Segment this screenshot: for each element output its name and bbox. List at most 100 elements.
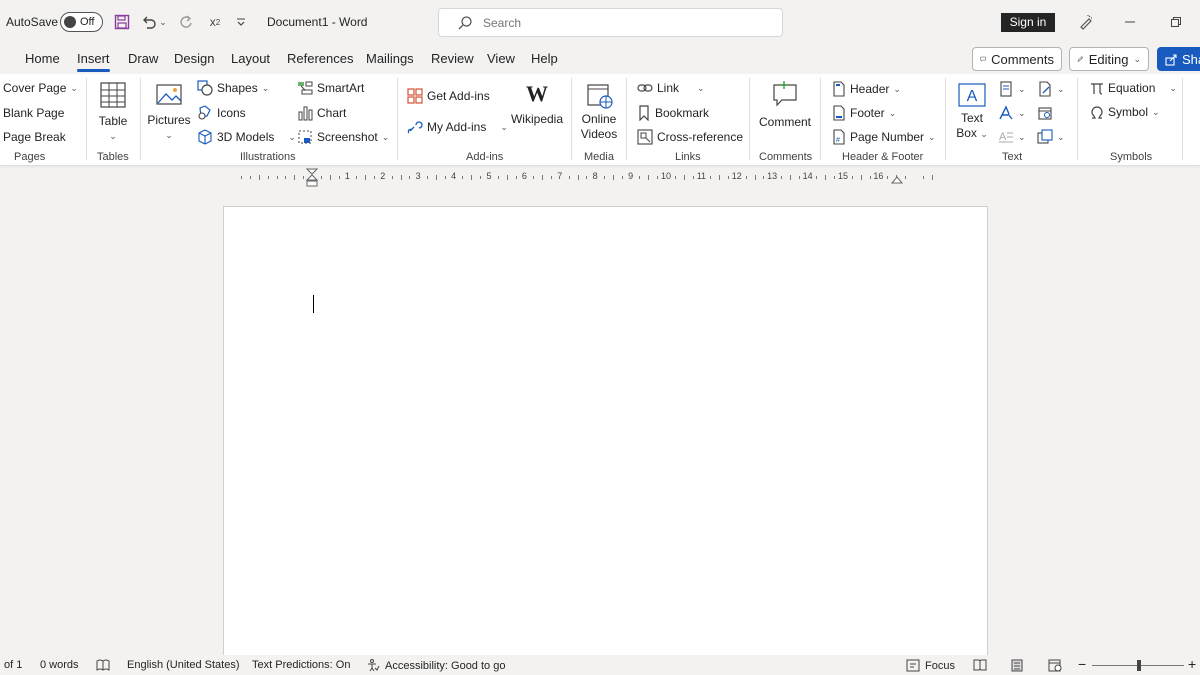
undo-dropdown-icon[interactable]: ⌄: [157, 12, 169, 32]
quick-parts-button[interactable]: ⌄: [998, 81, 1026, 97]
bookmark-label: Bookmark: [655, 106, 710, 120]
ruler-tick: [781, 176, 783, 179]
text-box-button[interactable]: A Text Box ⌄: [954, 82, 990, 142]
read-mode-icon: [973, 659, 987, 671]
proofing-button[interactable]: [96, 659, 110, 671]
horizontal-ruler[interactable]: 1 2 3 4 5 6 7 8 9 10 11 12 13 14 15 16: [222, 168, 988, 188]
smartart-label: SmartArt: [317, 81, 365, 95]
cross-reference-button[interactable]: Cross-reference: [637, 129, 743, 145]
signature-icon: [1039, 81, 1051, 97]
bookmark-button[interactable]: Bookmark: [637, 105, 709, 121]
get-addins-button[interactable]: Get Add-ins: [407, 88, 490, 104]
wikipedia-button[interactable]: W Wikipedia: [511, 82, 563, 127]
link-label: Link: [657, 81, 680, 95]
ruler-tick: [692, 176, 694, 179]
undo-icon[interactable]: [139, 12, 159, 32]
web-layout-button[interactable]: [1048, 659, 1062, 672]
ruler-number: 12: [731, 171, 742, 181]
subscript-icon[interactable]: x2: [205, 12, 225, 32]
separator: [626, 78, 627, 160]
header-button[interactable]: Header ⌄: [832, 81, 901, 97]
zoom-out-icon[interactable]: −: [1078, 656, 1086, 672]
table-button[interactable]: Table ⌄: [96, 81, 130, 144]
tab-draw[interactable]: Draw: [128, 51, 158, 66]
equation-label: Equation: [1108, 81, 1156, 95]
tab-view[interactable]: View: [487, 51, 515, 66]
object-button[interactable]: ⌄: [1037, 129, 1065, 145]
screenshot-label: Screenshot: [317, 130, 378, 144]
tab-insert[interactable]: Insert: [77, 51, 110, 72]
tab-design[interactable]: Design: [174, 51, 214, 66]
tab-mailings[interactable]: Mailings: [366, 51, 414, 66]
zoom-slider-thumb[interactable]: [1137, 660, 1141, 671]
tab-layout[interactable]: Layout: [231, 51, 270, 66]
share-button[interactable]: Sha: [1157, 47, 1200, 71]
3d-models-button[interactable]: 3D Models ⌄: [197, 129, 296, 145]
customize-toolbar-icon[interactable]: [231, 12, 251, 32]
search-input[interactable]: [483, 15, 763, 31]
ruler-tick: [409, 176, 411, 179]
chevron-down-icon: ⌄: [1018, 107, 1026, 118]
ruler-tick: [506, 175, 508, 180]
editing-button[interactable]: Editing ⌄: [1069, 47, 1149, 71]
footer-button[interactable]: Footer ⌄: [832, 105, 896, 121]
tab-help[interactable]: Help: [531, 51, 558, 66]
restore-icon[interactable]: [1166, 12, 1186, 32]
symbol-button[interactable]: Symbol ⌄: [1090, 105, 1160, 119]
ruler-tick: [568, 176, 570, 179]
equation-button[interactable]: Equation ⌄: [1090, 81, 1177, 95]
read-mode-button[interactable]: [973, 659, 987, 671]
group-symbols-label: Symbols: [1110, 151, 1153, 163]
smartart-button[interactable]: SmartArt: [297, 80, 364, 96]
page-break-button[interactable]: Page Break: [3, 130, 66, 144]
cover-page-button[interactable]: Cover Page ⌄: [3, 81, 78, 95]
online-videos-button[interactable]: Online Videos: [579, 82, 619, 142]
text-predictions-status[interactable]: Text Predictions: On: [252, 659, 350, 671]
tab-review[interactable]: Review: [431, 51, 474, 66]
pictures-icon: [156, 84, 182, 105]
link-icon: [637, 84, 653, 92]
shapes-button[interactable]: Shapes ⌄: [197, 80, 269, 96]
document-page[interactable]: [223, 206, 988, 666]
tab-references[interactable]: References: [287, 51, 353, 66]
group-media-label: Media: [584, 151, 614, 163]
pictures-button[interactable]: Pictures ⌄: [147, 82, 191, 143]
search-box[interactable]: [438, 8, 783, 37]
sign-in-button[interactable]: Sign in: [1001, 13, 1055, 32]
tab-home[interactable]: Home: [25, 51, 60, 66]
link-button[interactable]: Link ⌄: [637, 81, 705, 95]
comments-button[interactable]: Comments: [972, 47, 1062, 71]
accessibility-icon: [368, 659, 380, 672]
focus-button[interactable]: Focus: [906, 659, 955, 672]
date-time-button[interactable]: [1037, 105, 1053, 121]
wordart-button[interactable]: ⌄: [998, 105, 1026, 121]
print-layout-button[interactable]: [1011, 659, 1023, 672]
indent-marker-icon[interactable]: [306, 168, 318, 188]
signature-line-button[interactable]: ⌄: [1037, 81, 1065, 97]
my-addins-button[interactable]: My Add-ins ⌄: [407, 119, 508, 135]
screenshot-button[interactable]: Screenshot ⌄: [297, 129, 389, 145]
accessibility-status[interactable]: Accessibility: Good to go: [367, 659, 505, 672]
icons-button[interactable]: Icons: [197, 105, 246, 121]
redo-icon[interactable]: [176, 12, 196, 32]
save-icon[interactable]: [112, 12, 132, 32]
language-status[interactable]: English (United States): [127, 659, 240, 671]
ruler-number: 10: [660, 171, 672, 181]
separator: [1182, 78, 1183, 160]
word-count[interactable]: 0 words: [40, 659, 79, 671]
ruler-tick: [860, 175, 862, 180]
drop-cap-button[interactable]: A ⌄: [998, 129, 1026, 145]
new-comment-button[interactable]: Comment: [757, 80, 813, 130]
page-count[interactable]: of 1: [4, 659, 22, 671]
autosave-toggle[interactable]: Off: [60, 12, 103, 32]
zoom-in-icon[interactable]: +: [1188, 656, 1196, 672]
ruler-tick: [674, 176, 676, 179]
blank-page-button[interactable]: Blank Page: [3, 106, 64, 120]
minimize-icon[interactable]: [1120, 12, 1140, 32]
blank-page-label: Blank Page: [3, 106, 65, 120]
ruler-tick: [365, 175, 367, 180]
chart-button[interactable]: Chart: [297, 105, 346, 121]
page-number-button[interactable]: # Page Number ⌄: [832, 129, 936, 145]
designer-icon[interactable]: [1076, 12, 1096, 32]
right-indent-marker-icon[interactable]: [891, 174, 903, 184]
